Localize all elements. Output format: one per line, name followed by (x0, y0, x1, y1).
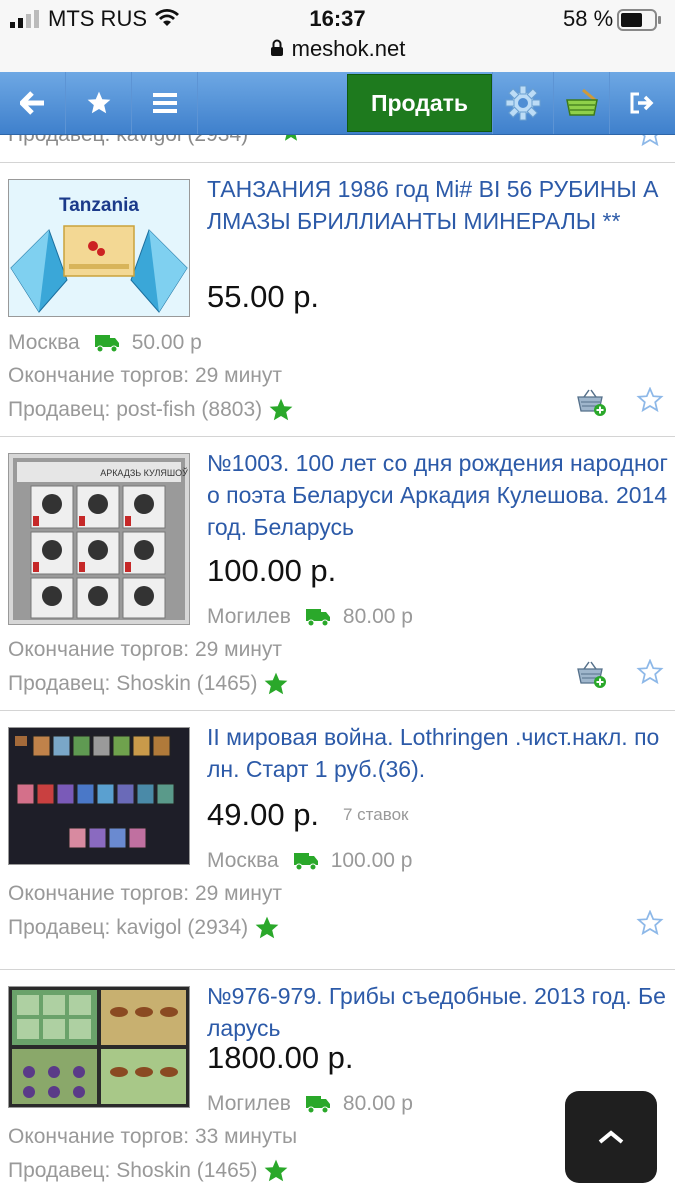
logout-button[interactable] (610, 72, 675, 134)
listing-location: Могилев 80.00 р (207, 1092, 413, 1116)
add-to-cart-icon[interactable] (576, 659, 608, 689)
status-bar: MTS RUS 16:37 58 % meshok.net (0, 0, 675, 72)
back-arrow-icon (19, 91, 44, 115)
scroll-to-top-button[interactable] (565, 1091, 657, 1183)
settings-button[interactable] (492, 72, 554, 134)
battery-percent: 58 % (563, 6, 614, 31)
chevron-up-icon (598, 1130, 624, 1144)
battery-icon (617, 9, 661, 31)
green-star-icon (265, 672, 288, 695)
gear-icon (505, 85, 541, 121)
location-text: Москва (8, 331, 80, 354)
stamp-image-mushrooms (9, 987, 189, 1107)
listing-thumbnail[interactable] (8, 986, 190, 1108)
auction-end-time: Окончание торгов: 33 минуты (8, 1125, 298, 1148)
favorites-button[interactable] (66, 72, 132, 134)
listing-item: II мировая война. Lothringen .чист.накл.… (0, 710, 675, 983)
truck-icon (305, 609, 330, 627)
seller-name: Продавец: kavigol (2934) (8, 916, 249, 939)
favorite-star-icon[interactable] (636, 387, 664, 413)
auction-end-time: Окончание торгов: 29 минут (8, 882, 283, 905)
seller-info[interactable]: Продавец: post-fish (8803) (8, 397, 294, 423)
location-text: Москва (207, 849, 279, 872)
seller-info[interactable]: Продавец: kavigol (2934) (8, 915, 280, 941)
bid-count: 7 ставок (343, 805, 409, 824)
listing-thumbnail[interactable]: Tanzania (8, 179, 190, 317)
back-button[interactable] (0, 72, 66, 134)
listing-location: Могилев 80.00 р (207, 605, 413, 629)
listing-item: Tanzania ТАНЗАНИЯ 1986 год Mi# BI 56 РУБ… (0, 162, 675, 435)
listing-feed: Продавец: kavigol (2934) Tanzania ТАНЗАН… (0, 135, 675, 1200)
green-star-icon (255, 916, 279, 939)
previous-seller-line[interactable]: Продавец: kavigol (2934) (8, 135, 248, 147)
truck-icon (293, 853, 318, 871)
listing-price: 49.00 р. (207, 797, 320, 832)
listing-title[interactable]: №1003. 100 лет со дня рождения народного… (207, 447, 669, 543)
seller-info[interactable]: Продавец: Shoskin (1465) (8, 1158, 289, 1184)
shipping-cost: 80.00 р (342, 1092, 413, 1115)
green-star-icon (269, 398, 293, 421)
auction-end-time: Окончание торгов: 29 минут (8, 638, 283, 661)
basket-icon (565, 88, 598, 116)
sell-button[interactable]: Продать (347, 74, 492, 132)
seller-name: Продавец: Shoskin (1465) (8, 1159, 258, 1182)
star-icon (87, 91, 110, 114)
favorite-star-icon[interactable] (636, 910, 664, 936)
thumb-caption: Tanzania (59, 195, 139, 216)
truck-icon (94, 335, 119, 353)
listing-title[interactable]: II мировая война. Lothringen .чист.накл.… (207, 721, 669, 785)
listing-price: 55.00 р. (207, 279, 320, 314)
stamp-image-belarus-poet: АРКАДЗЬ КУЛЯШОЎ (9, 454, 189, 624)
location-text: Могилев (207, 605, 291, 628)
listing-item: АРКАДЗЬ КУЛЯШОЎ №1003. 100 лет со дня ро… (0, 436, 675, 709)
address-bar[interactable]: meshok.net (0, 36, 675, 62)
listing-thumbnail[interactable]: АРКАДЗЬ КУЛЯШОЎ (8, 453, 190, 625)
shipping-cost: 80.00 р (342, 605, 413, 628)
seller-info[interactable]: Продавец: Shoskin (1465) (8, 671, 289, 697)
url-text: meshok.net (291, 36, 406, 61)
shipping-cost: 100.00 р (330, 849, 413, 872)
menu-icon (152, 93, 177, 113)
stamp-image-lothringen (9, 728, 189, 864)
listing-price: 100.00 р. (207, 553, 337, 588)
auction-end-time: Окончание торгов: 29 минут (8, 364, 283, 387)
stamp-image-tanzania: Tanzania (9, 180, 189, 316)
menu-button[interactable] (132, 72, 198, 134)
green-star-icon (284, 135, 298, 141)
listing-title[interactable]: ТАНЗАНИЯ 1986 год Mi# BI 56 РУБИНЫ АЛМАЗ… (207, 173, 669, 237)
lock-icon (270, 39, 283, 56)
logout-icon (630, 92, 653, 114)
thumb-caption: АРКАДЗЬ КУЛЯШОЎ (100, 467, 188, 478)
listing-price: 1800.00 р. (207, 1040, 354, 1075)
listing-thumbnail[interactable] (8, 727, 190, 865)
seller-name: Продавец: Shoskin (1465) (8, 672, 258, 695)
listing-location: Москва 50.00 р (8, 331, 202, 355)
basket-button[interactable] (554, 72, 610, 134)
listing-location: Москва 100.00 р (207, 849, 412, 873)
green-star-icon (265, 1159, 288, 1182)
seller-name: Продавец: post-fish (8803) (8, 398, 263, 421)
shipping-cost: 50.00 р (131, 331, 202, 354)
location-text: Могилев (207, 1092, 291, 1115)
favorite-star-icon[interactable] (636, 135, 664, 147)
listing-title[interactable]: №976-979. Грибы съедобные. 2013 год. Бел… (207, 980, 669, 1044)
truck-icon (305, 1096, 330, 1114)
top-toolbar: Продать (0, 72, 675, 135)
add-to-cart-icon[interactable] (576, 387, 608, 417)
favorite-star-icon[interactable] (636, 659, 664, 685)
